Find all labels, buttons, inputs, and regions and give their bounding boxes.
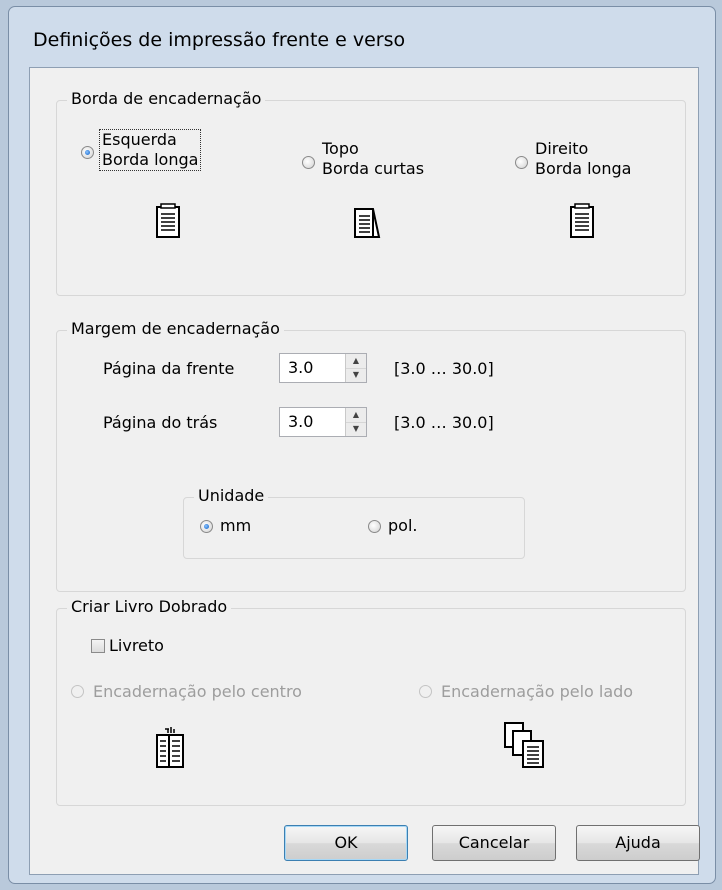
radio-unit-inch[interactable]: [368, 520, 381, 533]
radio-unit-mm[interactable]: [200, 520, 213, 533]
back-page-spinner[interactable]: 3.0 ▲ ▼: [279, 407, 367, 437]
spin-down-icon[interactable]: ▼: [346, 422, 366, 436]
spin-up-icon[interactable]: ▲: [346, 354, 366, 369]
front-page-spin-buttons: ▲ ▼: [345, 354, 366, 382]
front-page-spinner[interactable]: 3.0 ▲ ▼: [279, 353, 367, 383]
option-left-line2: Borda longa: [102, 150, 199, 169]
folded-booklet-label: Criar Livro Dobrado: [67, 596, 232, 618]
back-page-value[interactable]: 3.0: [288, 412, 313, 431]
front-page-label: Página da frente: [103, 359, 235, 378]
binding-margin-group: Margem de encadernação Página da frente …: [56, 318, 686, 592]
unit-inch-label[interactable]: pol.: [388, 516, 417, 536]
dialog-client-area: Borda de encadernação Esquerda Borda lon…: [29, 67, 700, 875]
front-page-value[interactable]: 3.0: [288, 358, 313, 377]
unit-mm-label[interactable]: mm: [220, 516, 251, 536]
unit-label: Unidade: [194, 485, 269, 507]
option-top-short-edge[interactable]: Topo Borda curtas: [322, 139, 424, 179]
radio-left-long-edge[interactable]: [81, 146, 94, 159]
radio-side-binding[interactable]: [419, 685, 432, 698]
dialog-window: Definições de impressão frente e verso B…: [8, 6, 716, 884]
option-right-line1: Direito: [535, 139, 589, 158]
document-long-edge-icon: [156, 203, 180, 238]
folded-booklet-group: Criar Livro Dobrado Livreto Encadernação…: [56, 596, 686, 806]
back-page-label: Página do trás: [103, 413, 218, 432]
option-top-line2: Borda curtas: [322, 159, 425, 178]
option-top-line1: Topo: [322, 139, 359, 158]
option-right-long-edge[interactable]: Direito Borda longa: [535, 139, 631, 179]
unit-group: Unidade mm pol.: [183, 485, 525, 559]
document-long-edge-icon: [570, 203, 594, 238]
dialog-title: Definições de impressão frente e verso: [33, 29, 406, 51]
option-left-long-edge[interactable]: Esquerda Borda longa: [99, 129, 202, 171]
binding-edge-label: Borda de encadernação: [67, 88, 266, 110]
center-binding-label[interactable]: Encadernação pelo centro: [93, 682, 302, 702]
side-binding-label[interactable]: Encadernação pelo lado: [441, 682, 633, 702]
spin-down-icon[interactable]: ▼: [346, 368, 366, 382]
radio-right-long-edge[interactable]: [515, 156, 528, 169]
ok-button[interactable]: OK: [284, 825, 408, 861]
front-page-range: [3.0 … 30.0]: [394, 359, 494, 378]
radio-center-binding[interactable]: [71, 685, 84, 698]
spin-up-icon[interactable]: ▲: [346, 408, 366, 423]
center-binding-icon: [156, 727, 184, 768]
back-page-range: [3.0 … 30.0]: [394, 413, 494, 432]
booklet-checkbox[interactable]: [91, 639, 105, 653]
side-binding-icon: [504, 722, 544, 768]
option-left-line1: Esquerda: [102, 130, 177, 149]
cancel-button[interactable]: Cancelar: [432, 825, 556, 861]
option-right-line2: Borda longa: [535, 159, 632, 178]
radio-top-short-edge[interactable]: [302, 156, 315, 169]
back-page-spin-buttons: ▲ ▼: [345, 408, 366, 436]
booklet-checkbox-label[interactable]: Livreto: [109, 636, 164, 656]
document-short-edge-icon: [354, 208, 381, 238]
binding-margin-label: Margem de encadernação: [67, 318, 284, 340]
binding-edge-group: Borda de encadernação Esquerda Borda lon…: [56, 88, 686, 296]
help-button[interactable]: Ajuda: [576, 825, 700, 861]
